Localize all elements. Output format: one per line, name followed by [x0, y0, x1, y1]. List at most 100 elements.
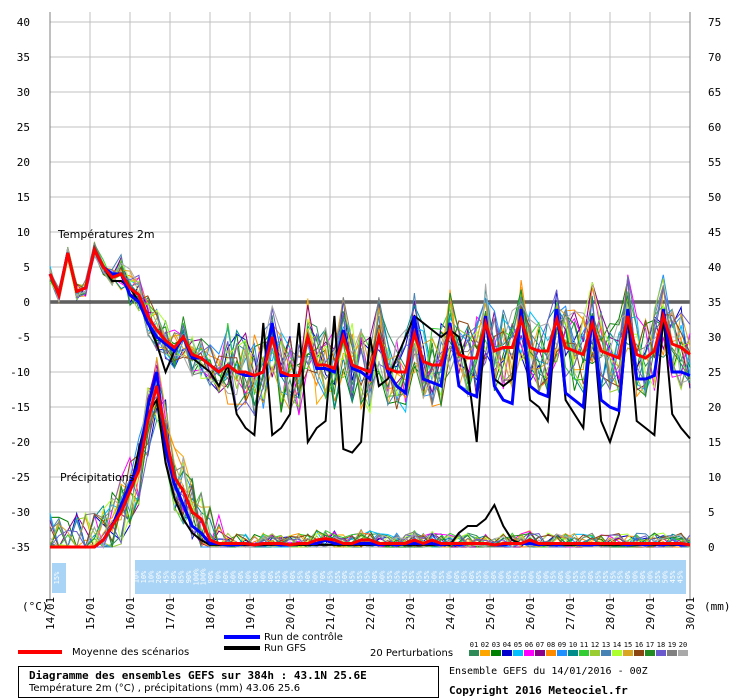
- right-tick-label: 35: [708, 296, 721, 309]
- date-label: 23/01: [404, 597, 417, 630]
- legend-perturbation-swatch: [502, 650, 512, 656]
- legend-perturbation-number: 02: [481, 641, 489, 649]
- right-axis: 757065605550454035302520151050: [708, 16, 721, 554]
- date-label: 27/01: [564, 597, 577, 630]
- ensemble-run-label: Ensemble GEFS du 14/01/2016 - 00Z: [449, 666, 648, 677]
- legend-perturbation-number: 12: [591, 641, 599, 649]
- date-label: 21/01: [324, 597, 337, 630]
- grid: [49, 12, 691, 600]
- right-axis-unit: (mm): [704, 600, 731, 613]
- legend-perturbation-number: 18: [657, 641, 665, 649]
- legend-perturbation-swatch: [678, 650, 688, 656]
- date-label: 15/01: [84, 597, 97, 630]
- legend-perturbation-swatch: [634, 650, 644, 656]
- date-label: 20/01: [284, 597, 297, 630]
- legend-perturbations-label: 20 Perturbations: [370, 648, 453, 659]
- legend-perturbation-swatch: [601, 650, 611, 656]
- right-tick-label: 40: [708, 261, 721, 274]
- footer-title: Diagramme des ensembles GEFS sur 384h : …: [29, 669, 367, 682]
- legend-perturbation-number: 19: [668, 641, 676, 649]
- legend-control-label: Run de contrôle: [264, 631, 343, 643]
- legend-perturbation-number: 09: [558, 641, 566, 649]
- right-tick-label: 65: [708, 86, 721, 99]
- legend-perturbation-swatch: [513, 650, 523, 656]
- legend-perturbation-number: 17: [646, 641, 654, 649]
- legend-perturbation-swatch: [645, 650, 655, 656]
- snow-probability-strip: 15% 10% 10% 10% 20% 45% 50% 85% 90% 100% 100% 90% 70…: [52, 560, 686, 594]
- left-tick-label: 5: [23, 261, 30, 274]
- legend-perturbation-number: 13: [602, 641, 610, 649]
- left-tick-label: -35: [10, 541, 30, 554]
- left-tick-label: -5: [17, 331, 30, 344]
- footer-title-box: Diagramme des ensembles GEFS sur 384h : …: [18, 666, 439, 698]
- legend-gfs-label: Run GFS: [264, 643, 306, 654]
- footer-subtitle: Température 2m (°C) , précipitations (mm…: [29, 683, 301, 694]
- legend-perturbation-swatch: [623, 650, 633, 656]
- left-tick-label: 0: [23, 296, 30, 309]
- snow-label: 45%: [676, 570, 684, 583]
- legend-perturbation-number: 06: [525, 641, 533, 649]
- right-tick-label: 75: [708, 16, 721, 29]
- legend-perturbation-swatch: [612, 650, 622, 656]
- date-label: 16/01: [124, 597, 137, 630]
- right-tick-label: 15: [708, 436, 721, 449]
- copyright-label: Copyright 2016 Meteociel.fr: [449, 684, 628, 697]
- date-label: 30/01: [684, 597, 697, 630]
- right-tick-label: 30: [708, 331, 721, 344]
- date-label: 19/01: [244, 597, 257, 630]
- legend-perturbation-number: 14: [613, 641, 621, 649]
- legend-perturbation-number: 07: [536, 641, 544, 649]
- date-label: 24/01: [444, 597, 457, 630]
- legend-perturbation-swatch: [579, 650, 589, 656]
- legend-perturbation-number: 15: [624, 641, 632, 649]
- date-label: 28/01: [604, 597, 617, 630]
- left-tick-label: -20: [10, 436, 30, 449]
- legend-perturbation-swatch: [568, 650, 578, 656]
- left-axis-unit: (°C): [22, 600, 49, 613]
- legend-perturbation-swatch: [524, 650, 534, 656]
- left-tick-label: 35: [17, 51, 30, 64]
- legend: Moyenne des scénarios Run de contrôleRun …: [18, 631, 688, 659]
- left-tick-label: -15: [10, 401, 30, 414]
- legend-perturbation-number: 05: [514, 641, 522, 649]
- right-tick-label: 5: [708, 506, 715, 519]
- left-tick-label: 30: [17, 86, 30, 99]
- legend-perturbation-swatch: [469, 650, 479, 656]
- left-tick-label: 20: [17, 156, 30, 169]
- legend-perturbation-number: 10: [569, 641, 577, 649]
- date-label: 26/01: [524, 597, 537, 630]
- right-tick-label: 70: [708, 51, 721, 64]
- right-tick-label: 10: [708, 471, 721, 484]
- legend-perturbation-swatch: [656, 650, 666, 656]
- date-label: 17/01: [164, 597, 177, 630]
- right-tick-label: 45: [708, 226, 721, 239]
- date-axis: 14/01 15/01 16/01 17/01 18/01 19/01 20/01 21/01…: [44, 597, 697, 630]
- legend-perturbation-number: 11: [580, 641, 588, 649]
- legend-perturbation-number: 03: [492, 641, 500, 649]
- right-tick-label: 0: [708, 541, 715, 554]
- left-tick-label: 15: [17, 191, 30, 204]
- legend-perturbation-swatch: [590, 650, 600, 656]
- legend-perturbation-swatch: [480, 650, 490, 656]
- right-tick-label: 25: [708, 366, 721, 379]
- right-tick-label: 55: [708, 156, 721, 169]
- legend-perturbation-number: 01: [470, 641, 478, 649]
- legend-perturbation-number: 20: [679, 641, 687, 649]
- legend-perturbation-number: 08: [547, 641, 555, 649]
- left-tick-label: 40: [17, 16, 30, 29]
- date-label: 22/01: [364, 597, 377, 630]
- precipitation-label: Précipitations: [60, 471, 135, 484]
- ensemble-chart: 4035302520151050-5-10-15-20-25-30-35 757…: [10, 12, 731, 659]
- right-tick-label: 60: [708, 121, 721, 134]
- left-tick-label: -10: [10, 366, 30, 379]
- legend-perturbation-swatch: [557, 650, 567, 656]
- legend-perturbation-swatch: [667, 650, 677, 656]
- left-tick-label: -25: [10, 471, 30, 484]
- left-axis: 40 35 30 25 20 15 10 5 0 -5 -10 -15 -20 -25 -30 -35: [10, 16, 30, 554]
- legend-perturbation-number: 16: [635, 641, 643, 649]
- legend-mean-label: Moyenne des scénarios: [72, 646, 189, 658]
- snow-label: 15%: [53, 571, 61, 584]
- legend-perturbation-swatch: [535, 650, 545, 656]
- date-label: 25/01: [484, 597, 497, 630]
- left-tick-label: 10: [17, 226, 30, 239]
